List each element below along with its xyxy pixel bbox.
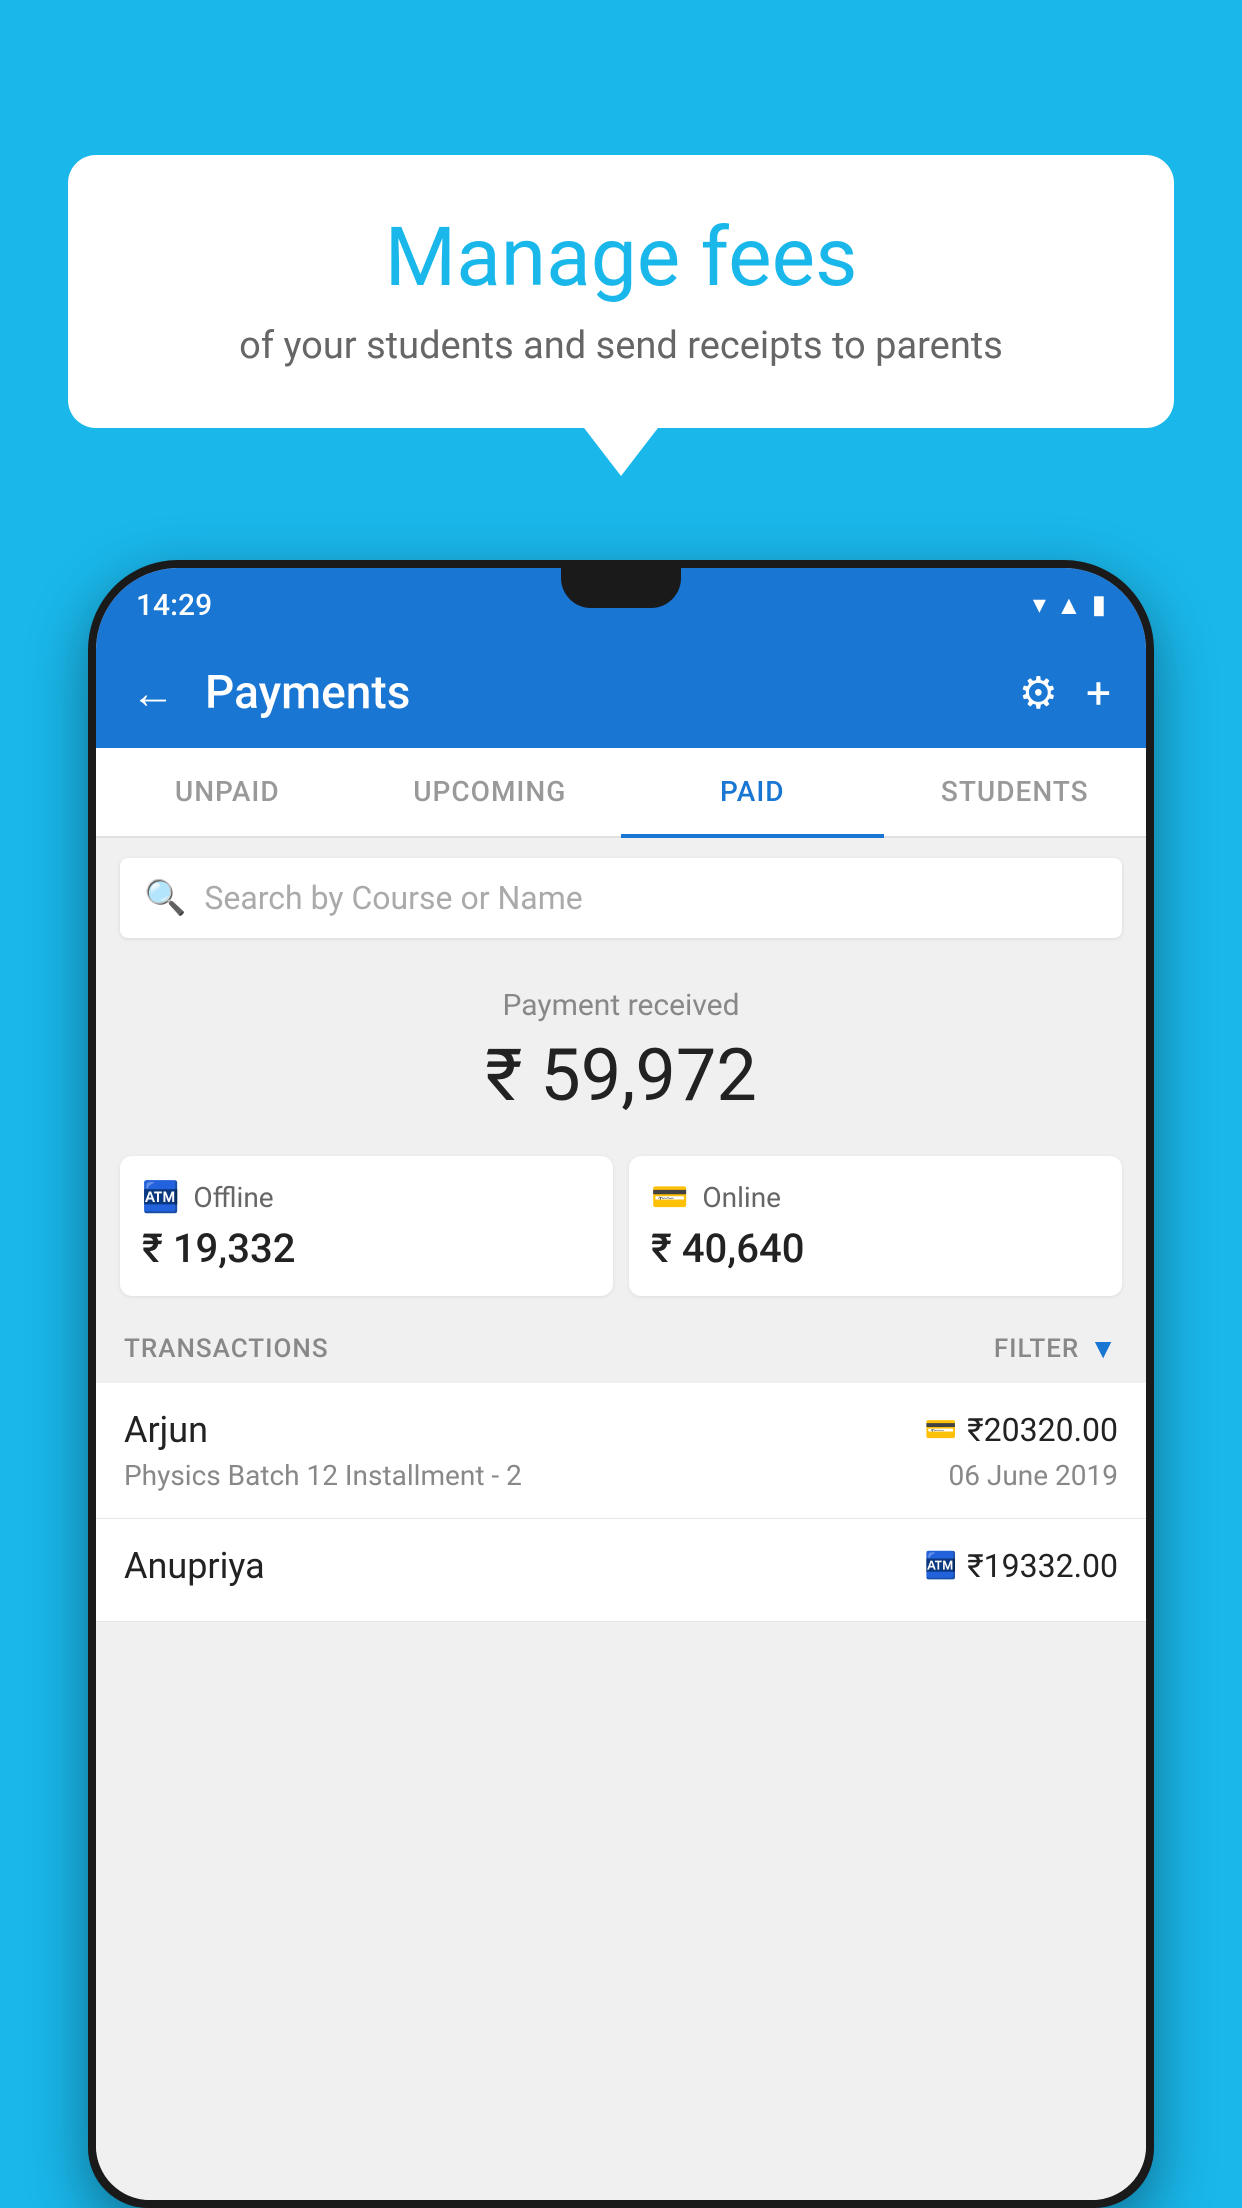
speech-bubble-title: Manage fees (128, 210, 1114, 306)
online-card: 💳 Online ₹ 40,640 (629, 1156, 1122, 1296)
payment-received-section: Payment received ₹ 59,972 (96, 958, 1146, 1138)
offline-label: Offline (193, 1181, 273, 1214)
status-time: 14:29 (136, 584, 212, 623)
payment-amount: ₹ 59,972 (96, 1033, 1146, 1118)
page-title: Payments (205, 666, 989, 720)
status-icons: ▾ ▲ ▮ (1033, 586, 1106, 621)
search-input[interactable]: Search by Course or Name (204, 879, 582, 917)
speech-bubble-subtitle: of your students and send receipts to pa… (128, 324, 1114, 368)
transaction-amount-wrap-2: 🏧 ₹19332.00 (925, 1547, 1118, 1585)
tab-unpaid[interactable]: UNPAID (96, 748, 359, 838)
online-label: Online (702, 1181, 781, 1214)
signal-icon: ▲ (1056, 590, 1082, 621)
offline-icon: 🏧 (142, 1180, 179, 1215)
phone-notch (561, 568, 681, 608)
tab-upcoming[interactable]: UPCOMING (359, 748, 622, 838)
transaction-mode-icon-2: 🏧 (925, 1551, 957, 1581)
app-bar-actions: ⚙ + (1019, 667, 1111, 719)
transaction-top-row: Arjun 💳 ₹20320.00 (124, 1409, 1118, 1451)
payment-label: Payment received (96, 988, 1146, 1023)
tab-students[interactable]: STUDENTS (884, 748, 1147, 838)
filter-label: FILTER (994, 1334, 1079, 1364)
filter-button[interactable]: FILTER ▼ (994, 1332, 1118, 1365)
search-bar[interactable]: 🔍 Search by Course or Name (120, 858, 1122, 938)
transactions-header: TRANSACTIONS FILTER ▼ (96, 1314, 1146, 1383)
payment-cards: 🏧 Offline ₹ 19,332 💳 Online ₹ 40,640 (120, 1156, 1122, 1296)
transaction-top-row-2: Anupriya 🏧 ₹19332.00 (124, 1545, 1118, 1587)
transaction-amount-2: ₹19332.00 (967, 1547, 1118, 1585)
transaction-mode-icon: 💳 (925, 1415, 957, 1445)
transactions-label: TRANSACTIONS (124, 1334, 329, 1364)
transaction-bottom-row: Physics Batch 12 Installment - 2 06 June… (124, 1459, 1118, 1492)
transaction-amount-wrap: 💳 ₹20320.00 (925, 1411, 1118, 1449)
settings-icon[interactable]: ⚙ (1019, 667, 1058, 719)
offline-card-header: 🏧 Offline (142, 1180, 591, 1215)
online-card-header: 💳 Online (651, 1180, 1100, 1215)
tabs: UNPAID UPCOMING PAID STUDENTS (96, 748, 1146, 838)
transaction-name-2: Anupriya (124, 1545, 265, 1587)
battery-icon: ▮ (1092, 590, 1106, 620)
phone-screen: 14:29 ▾ ▲ ▮ ← Payments ⚙ + UNPAID UPCO (96, 568, 1146, 2200)
phone-mockup: 14:29 ▾ ▲ ▮ ← Payments ⚙ + UNPAID UPCO (88, 560, 1154, 2208)
content-area: 🔍 Search by Course or Name Payment recei… (96, 838, 1146, 2200)
transaction-item-arjun[interactable]: Arjun 💳 ₹20320.00 Physics Batch 12 Insta… (96, 1383, 1146, 1519)
tab-paid[interactable]: PAID (621, 748, 884, 838)
speech-bubble: Manage fees of your students and send re… (68, 155, 1174, 428)
transaction-course: Physics Batch 12 Installment - 2 (124, 1459, 522, 1492)
back-button[interactable]: ← (131, 667, 175, 719)
add-icon[interactable]: + (1086, 667, 1111, 719)
online-amount: ₹ 40,640 (651, 1225, 1100, 1272)
app-bar: ← Payments ⚙ + (96, 638, 1146, 748)
transaction-date: 06 June 2019 (948, 1459, 1118, 1492)
filter-icon: ▼ (1089, 1332, 1118, 1365)
transaction-name: Arjun (124, 1409, 208, 1451)
wifi-icon: ▾ (1033, 590, 1046, 620)
search-icon: 🔍 (144, 878, 186, 918)
offline-card: 🏧 Offline ₹ 19,332 (120, 1156, 613, 1296)
transaction-amount: ₹20320.00 (967, 1411, 1118, 1449)
transaction-item-anupriya[interactable]: Anupriya 🏧 ₹19332.00 (96, 1519, 1146, 1622)
online-icon: 💳 (651, 1180, 688, 1215)
offline-amount: ₹ 19,332 (142, 1225, 591, 1272)
